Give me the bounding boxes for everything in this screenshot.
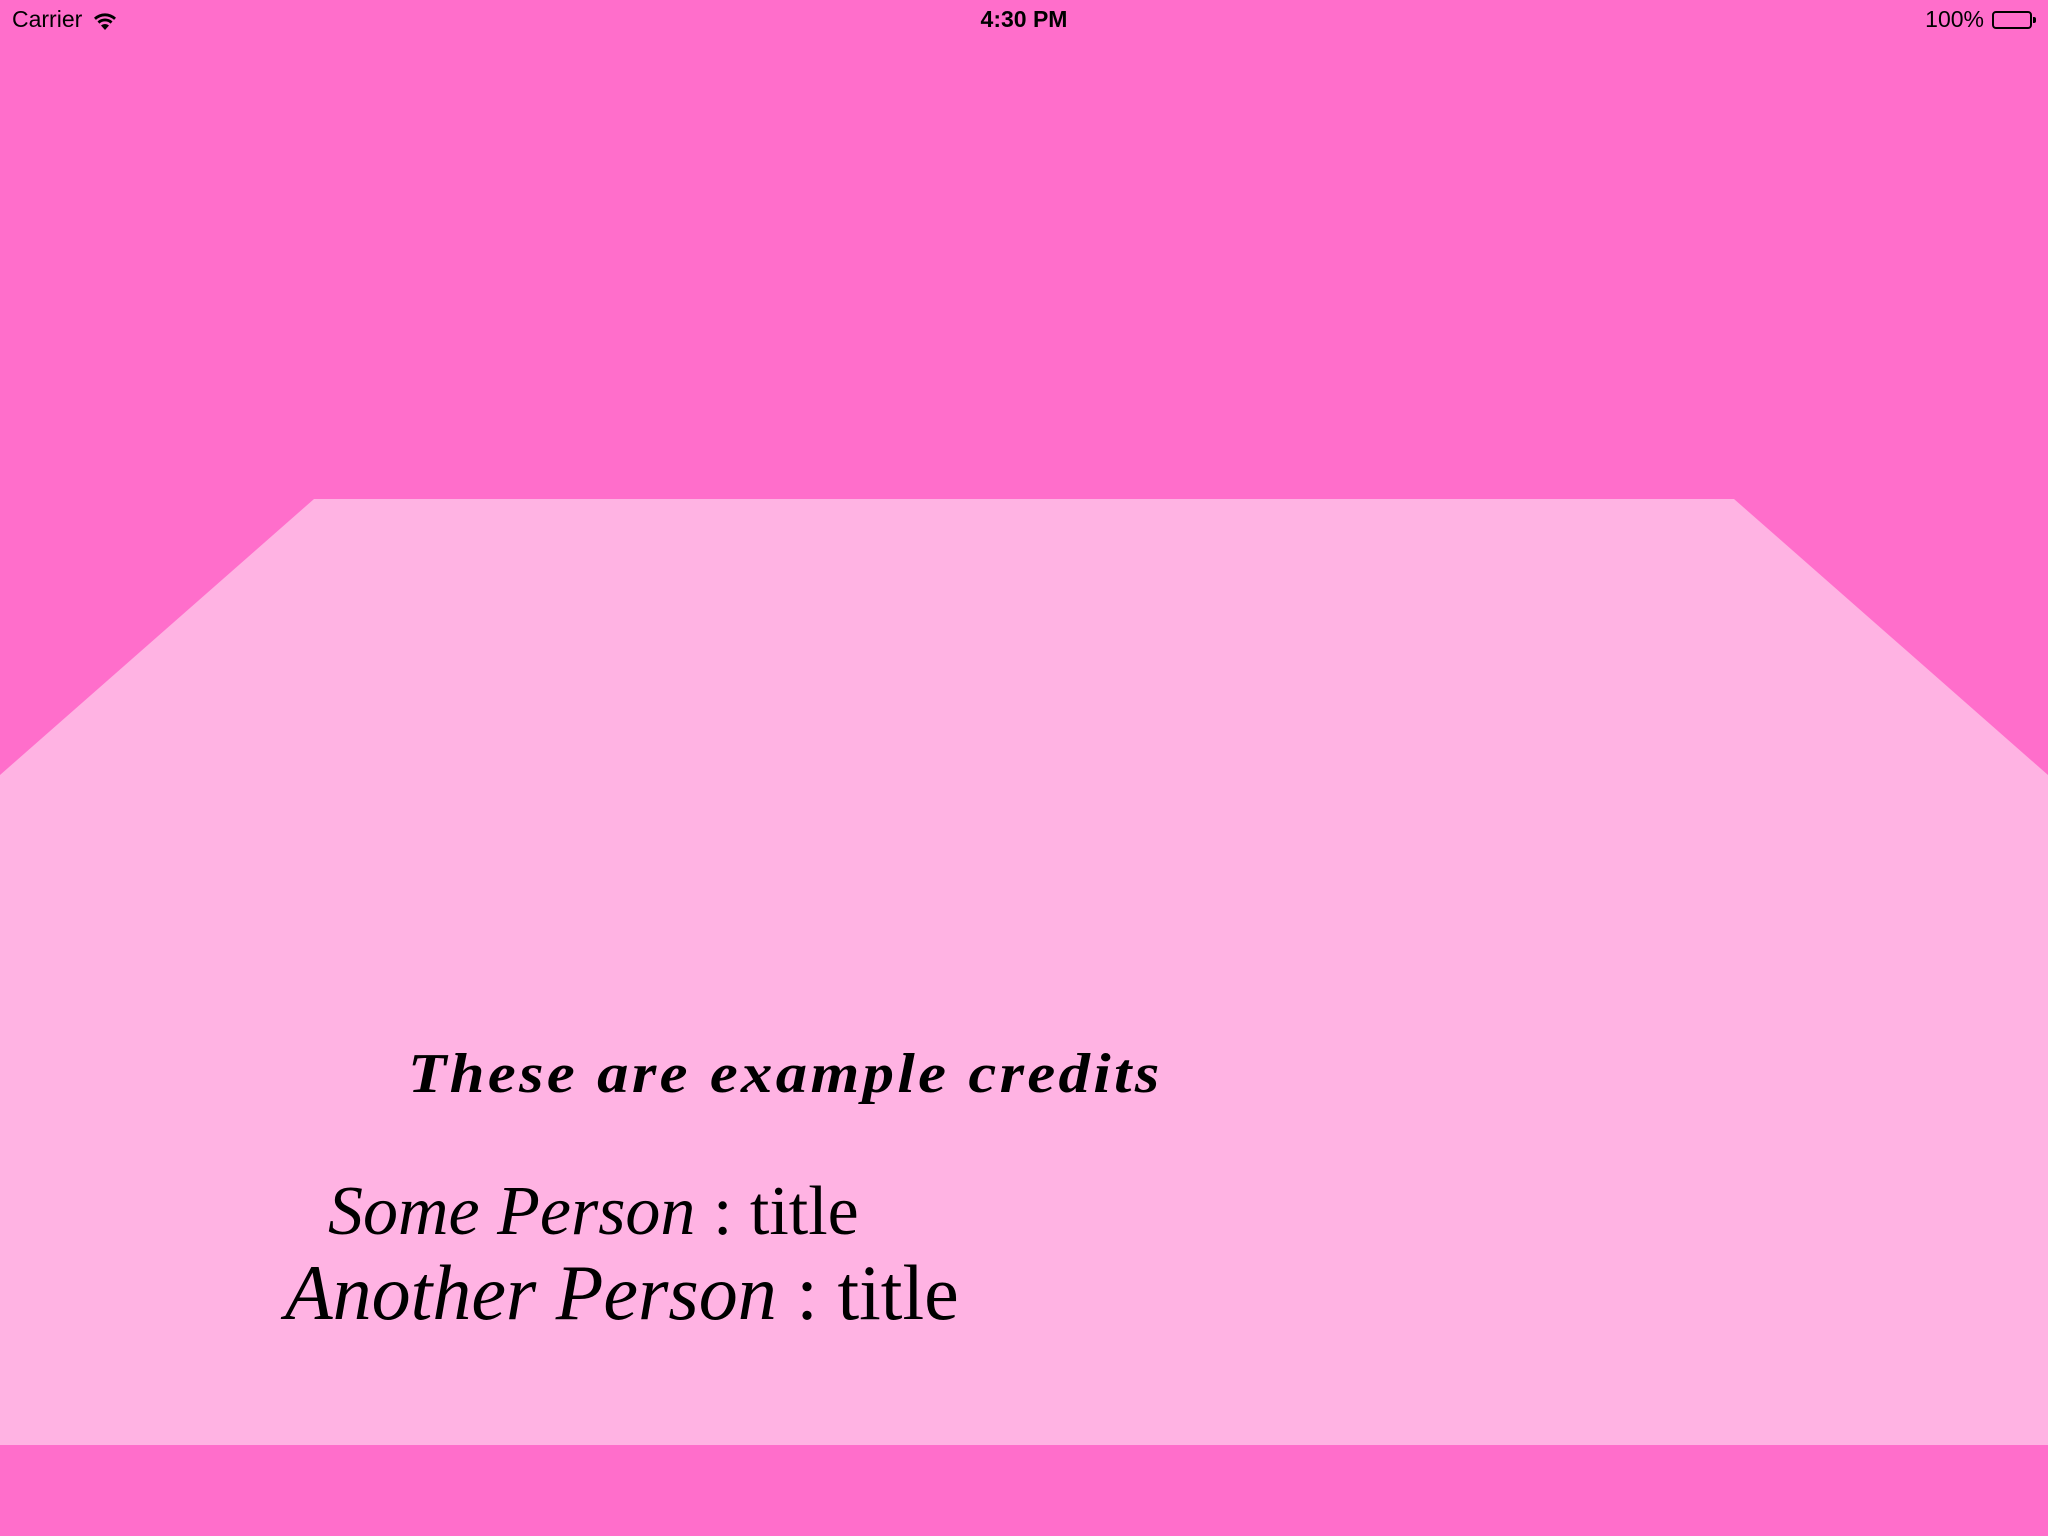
status-bar: Carrier 4:30 PM 100% [0,0,2048,40]
credits-scene: These are example credits Some Person : … [0,0,2048,1536]
credit-entry: Another Person : title [285,1248,959,1338]
credit-separator: : [776,1249,838,1336]
credit-entry: Some Person : title [328,1172,859,1252]
credit-person-name: Another Person [285,1249,777,1336]
status-time: 4:30 PM [980,6,1068,32]
credits-heading: These are example credits [408,1043,1163,1105]
credit-role: title [837,1249,959,1336]
credit-role: title [749,1173,859,1250]
battery-icon [1992,10,2036,29]
bottom-strip [0,1445,2048,1536]
credit-person-name: Some Person [328,1173,696,1250]
battery-indicator: 100% [1925,6,2036,33]
battery-percent: 100% [1925,6,1984,32]
credit-separator: : [695,1173,750,1250]
